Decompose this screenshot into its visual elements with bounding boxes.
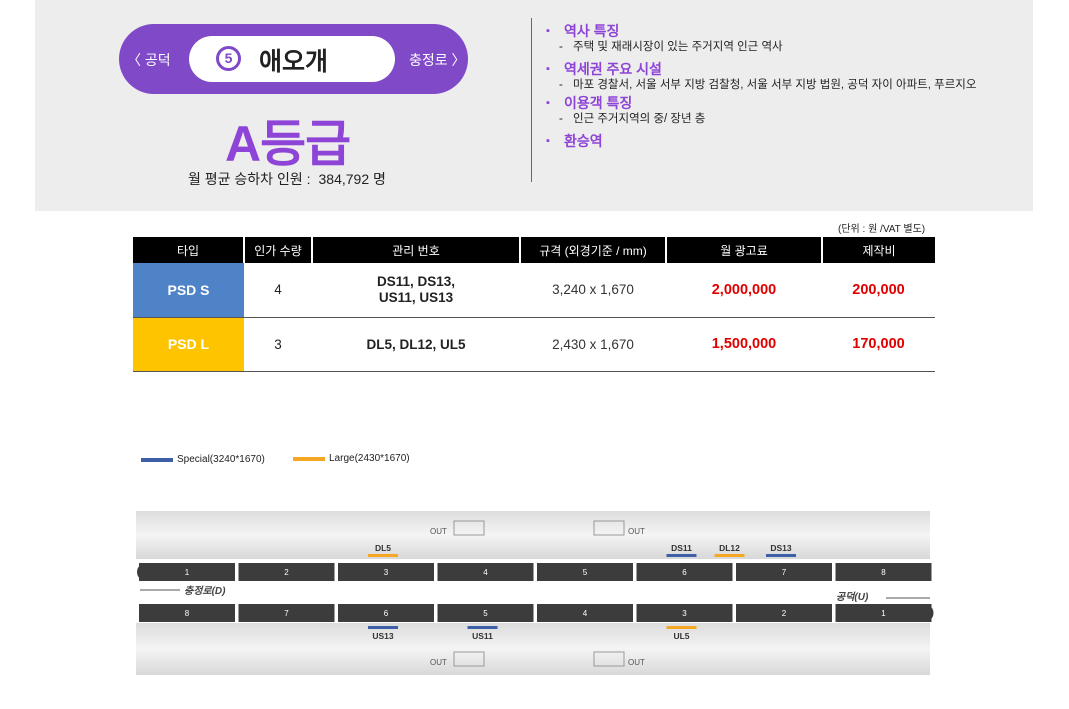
ad-marker-bar [666, 554, 697, 557]
ad-marker-bar [467, 626, 498, 629]
ridership-label: 월 평균 승하차 인원 : [188, 171, 311, 187]
exit-label: OUT [430, 527, 447, 536]
car-number: 5 [483, 609, 488, 618]
train-upper: 1 2 3 4 5 6 7 8 [137, 563, 932, 581]
car-number: 1 [185, 568, 190, 577]
fee-cell: 2,000,000 [666, 263, 822, 318]
exit-label: OUT [628, 527, 645, 536]
car-number: 1 [881, 609, 886, 618]
direction-up-label: 공덕(U) [836, 591, 869, 603]
car-number: 3 [384, 568, 389, 577]
direction-down: 충정로(D) [140, 585, 226, 597]
column-header: 관리 번호 [311, 237, 520, 263]
feature-title: 이용객 특징 [544, 94, 1004, 112]
type-cell: PSD S [133, 263, 244, 318]
legend-swatch [293, 456, 325, 461]
table-header-row: 타입 인가 수량 관리 번호 규격 (외경기준 / mm) 월 광고료 제작비 [133, 237, 935, 263]
feature-transfer: 환승역 [544, 132, 1004, 150]
codes-cell: DL5, DL12, UL5 [312, 317, 520, 372]
panel-divider [531, 18, 532, 182]
train-lower: 8 7 6 5 4 3 2 1 [139, 604, 934, 622]
next-station-label[interactable]: 충정로 〉 [409, 50, 469, 70]
production-cell: 170,000 [822, 317, 935, 372]
spec-cell: 3,240 x 1,670 [520, 263, 666, 318]
car-number: 8 [881, 568, 886, 577]
ad-code-label[interactable]: DS11 [671, 543, 692, 553]
ad-code-label[interactable]: US13 [372, 631, 394, 641]
car-number: 2 [284, 568, 289, 577]
feature-text: 주택 및 재래시장이 있는 주거지역 인근 역사 [544, 40, 1004, 54]
car-number: 6 [682, 568, 687, 577]
feature-text: 마포 경찰서, 서울 서부 지방 검찰청, 서울 서부 지방 법원, 공덕 자이… [544, 78, 1004, 92]
platform-diagram: OUT OUT OUT OUT 1 2 3 4 5 6 7 8 8 7 6 5 4 3 2 1 DL5 DS1… [136, 511, 934, 675]
column-header: 인가 수량 [243, 237, 312, 263]
car-number: 3 [682, 609, 687, 618]
ridership-line: 월 평균 승하차 인원 : 384,792 명 [188, 169, 386, 189]
feature-title: 역사 특징 [544, 22, 1004, 40]
station-features: 역사 특징 주택 및 재래시장이 있는 주거지역 인근 역사 역세권 주요 시설… [544, 22, 1004, 156]
type-cell: PSD L [133, 317, 244, 372]
car-number: 4 [483, 568, 488, 577]
legend-swatch [141, 457, 173, 462]
feature-users: 이용객 특징 인근 주거지역의 중/ 장년 층 [544, 94, 1004, 126]
ad-code-label[interactable]: US11 [472, 631, 493, 641]
legend-special: Special(3240*1670) [141, 454, 265, 465]
exit-label: OUT [430, 658, 447, 667]
legend-large: Large(2430*1670) [293, 453, 410, 464]
car-number: 2 [782, 609, 787, 618]
direction-up: 공덕(U) [836, 591, 930, 603]
ad-marker-bar [666, 626, 697, 629]
column-header: 제작비 [821, 237, 935, 263]
codes-cell: DS11, DS13, US11, US13 [312, 263, 520, 318]
ad-marker-bar [714, 554, 745, 557]
feature-text: 인근 주거지역의 중/ 장년 층 [544, 112, 1004, 126]
legend-label: Special(3240*1670) [177, 454, 265, 465]
qty-cell: 3 [244, 317, 312, 372]
ad-marker-bar [368, 554, 398, 557]
car-number: 6 [384, 609, 389, 618]
ad-code-label[interactable]: DS13 [770, 543, 792, 553]
lower-platform [136, 623, 930, 675]
production-cell: 200,000 [822, 263, 935, 318]
direction-down-label: 충정로(D) [184, 585, 226, 597]
column-header: 월 광고료 [665, 237, 822, 263]
ad-code-label[interactable]: DL5 [375, 543, 391, 553]
ridership-value: 384,792 명 [318, 171, 386, 187]
car-number: 4 [583, 609, 588, 618]
feature-facilities: 역세권 주요 시설 마포 경찰서, 서울 서부 지방 검찰청, 서울 서부 지방… [544, 60, 1004, 92]
legend-label: Large(2430*1670) [329, 453, 410, 464]
ad-marker-bar [766, 554, 796, 557]
station-grade: A등급 [225, 116, 351, 172]
car-number: 8 [185, 609, 190, 618]
exit-label: OUT [628, 658, 645, 667]
ad-price-table: 타입 인가 수량 관리 번호 규격 (외경기준 / mm) 월 광고료 제작비 … [133, 237, 935, 372]
ad-code-label[interactable]: UL5 [673, 631, 689, 641]
train-nose [915, 604, 934, 622]
table-row: PSD S 4 DS11, DS13, US11, US13 3,240 x 1… [133, 263, 935, 318]
table-row: PSD L 3 DL5, DL12, UL5 2,430 x 1,670 1,5… [133, 317, 935, 372]
line-number-badge: 5 [216, 46, 241, 71]
station-name: 애오개 [259, 48, 329, 76]
feature-title: 역세권 주요 시설 [544, 60, 1004, 78]
station-info-panel: 〈 공덕 충정로 〉 5 애오개 A등급 월 평균 승하차 인원 : 384,79… [35, 0, 1033, 211]
car-number: 7 [284, 609, 289, 618]
car-number: 7 [782, 568, 787, 577]
column-header: 타입 [133, 237, 244, 263]
spec-cell: 2,430 x 1,670 [520, 317, 666, 372]
column-header: 규격 (외경기준 / mm) [519, 237, 666, 263]
fee-cell: 1,500,000 [666, 317, 822, 372]
feature-title: 환승역 [544, 132, 1004, 150]
unit-note: (단위 : 원 /VAT 별도) [838, 224, 926, 235]
train-nose [137, 563, 155, 581]
upper-platform [136, 511, 930, 559]
qty-cell: 4 [244, 263, 312, 318]
ad-code-label[interactable]: DL12 [719, 543, 740, 553]
car-number: 5 [583, 568, 588, 577]
ad-marker-bar [368, 626, 398, 629]
prev-station-label[interactable]: 〈 공덕 [127, 50, 187, 70]
feature-station: 역사 특징 주택 및 재래시장이 있는 주거지역 인근 역사 [544, 22, 1004, 54]
